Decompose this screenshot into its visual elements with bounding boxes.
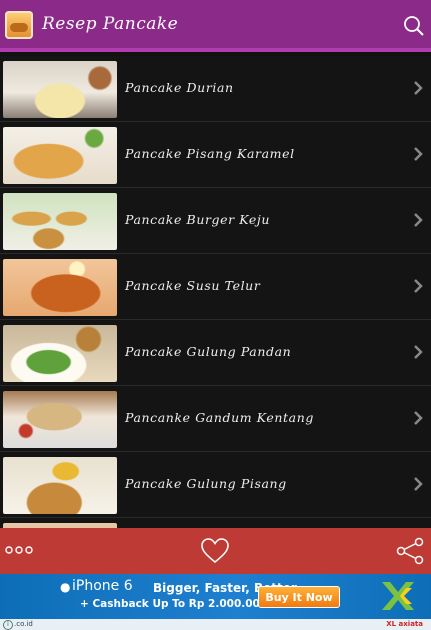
chevron-right-icon <box>414 345 423 359</box>
heart-icon[interactable] <box>200 537 230 565</box>
info-icon[interactable]: i <box>3 620 13 630</box>
recipe-thumbnail <box>3 259 117 316</box>
xl-logo-icon <box>382 582 414 610</box>
app-bar: Resep Pancake <box>0 0 431 52</box>
pancake-app-icon <box>5 11 33 39</box>
ad-cashback-text: Cashback Up To Rp 2.000.000 <box>92 598 268 610</box>
ad-cashback: + Cashback Up To Rp 2.000.000 <box>80 598 268 610</box>
chevron-right-icon <box>414 411 423 425</box>
buy-now-button[interactable]: Buy It Now <box>258 586 340 608</box>
chevron-right-icon <box>414 81 423 95</box>
recipe-item[interactable]: Pancake Pisang Karamel <box>0 122 431 188</box>
recipe-list[interactable]: Pancake Durian Pancake Pisang Karamel Pa… <box>0 56 431 528</box>
recipe-label: Pancake Durian <box>125 80 234 95</box>
recipe-label: Pancake Burger Keju <box>125 212 271 227</box>
recipe-item[interactable] <box>0 518 431 528</box>
recipe-thumbnail <box>3 193 117 250</box>
recipe-item[interactable]: Pancake Susu Telur <box>0 254 431 320</box>
chevron-right-icon <box>414 147 423 161</box>
recipe-label: Pancanke Gandum Kentang <box>125 410 314 425</box>
chevron-right-icon <box>414 213 423 227</box>
apple-logo-icon: ● <box>60 580 71 594</box>
app-title: Resep Pancake <box>42 14 179 34</box>
recipe-item[interactable]: Pancake Gulung Pandan <box>0 320 431 386</box>
recipe-thumbnail <box>3 391 117 448</box>
recipe-item[interactable]: Pancake Burger Keju <box>0 188 431 254</box>
recipe-item[interactable]: Pancake Durian <box>0 56 431 122</box>
recipe-item[interactable]: Pancake Gulung Pisang <box>0 452 431 518</box>
recipe-label: Pancake Pisang Karamel <box>125 146 295 161</box>
ad-banner[interactable]: ● iPhone 6 Bigger, Faster, Better + Cash… <box>0 574 431 619</box>
recipe-label: Pancake Gulung Pandan <box>125 344 292 359</box>
ad-brand: XL axiata <box>386 620 423 628</box>
share-icon[interactable] <box>395 536 425 566</box>
recipe-label: Pancake Gulung Pisang <box>125 476 287 491</box>
search-icon[interactable] <box>403 15 425 37</box>
ad-footer: i .co.id XL axiata <box>0 619 431 630</box>
recipe-thumbnail <box>3 457 117 514</box>
recipe-thumbnail <box>3 61 117 118</box>
ad-product: iPhone 6 <box>72 578 133 594</box>
chevron-right-icon <box>414 279 423 293</box>
recipe-thumbnail <box>3 127 117 184</box>
chevron-right-icon <box>414 477 423 491</box>
recipe-label: Pancake Susu Telur <box>125 278 261 293</box>
more-options-icon[interactable] <box>5 544 35 556</box>
recipe-thumbnail <box>3 325 117 382</box>
ad-domain: .co.id <box>14 620 33 628</box>
recipe-item[interactable]: Pancanke Gandum Kentang <box>0 386 431 452</box>
